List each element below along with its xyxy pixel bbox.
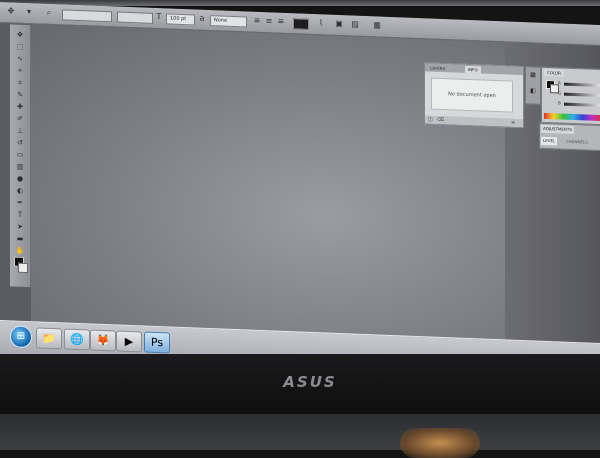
shape-tool-icon[interactable]: ▬ [15,235,25,243]
panel-tab-strip: LAYERS INFO [425,63,523,76]
tab-info[interactable]: INFO [465,65,481,74]
windows-explorer-icon[interactable]: 📁 [36,327,62,350]
keyboard-deck [0,414,600,450]
clone-stamp-tool-icon[interactable]: ⊥ [15,127,25,135]
warp-text-icon[interactable]: ⌇ [316,18,326,28]
eraser-tool-icon[interactable]: ▭ [15,151,25,159]
green-slider[interactable] [564,92,600,98]
color-spectrum-bar[interactable] [544,112,600,122]
panel-empty-message: No document open [431,77,513,113]
align-left-icon[interactable]: ≡ [252,16,262,26]
tab-color[interactable]: COLOR [544,68,564,77]
red-label: R [558,80,561,86]
arrange-icon[interactable]: ▦ [372,20,382,30]
firefox-icon[interactable]: 🦊 [90,329,116,352]
media-player-icon[interactable]: ▶ [116,330,142,353]
lasso-tool-icon[interactable]: ∿ [15,55,25,63]
toolbox: ✥ ⬚ ∿ ✧ ⌗ ✎ ✚ ✐ ⊥ ↺ ▭ ▥ ● ◐ ✒ T ➤ ▬ ✋ [10,24,31,288]
hand-tool-icon[interactable]: ✋ [15,247,25,255]
font-family-dropdown[interactable] [62,9,112,23]
start-button[interactable]: ⊞ [10,325,32,349]
workspace-icon[interactable]: ▤ [350,19,360,29]
asus-logo: ASUS [283,373,337,391]
adjustments-panel: ADJUSTMENTS LEVEL CHANNELS [539,122,600,152]
swatches-icon[interactable]: ▦ [529,71,537,79]
tab-channels[interactable]: CHANNELS [564,138,590,147]
panel-menu-icon[interactable]: ≡ [511,120,517,126]
tool-preset-icon[interactable]: ▾ [24,7,34,17]
move-tool-icon[interactable]: ✥ [15,31,25,39]
antialias-dropdown[interactable]: None [210,15,247,28]
path-selection-tool-icon[interactable]: ➤ [15,223,25,231]
antialias-icon: a [199,13,205,23]
font-size-icon: T [156,12,162,22]
collapsed-panel-dock: ▦ ◧ [525,66,541,105]
dodge-tool-icon[interactable]: ◐ [15,187,25,195]
character-panel-icon[interactable]: ▣ [334,19,344,29]
move-tool-icon[interactable]: ✥ [6,6,16,16]
laptop-screen: ✥ ▾ ⌕ T 100 pt a None ≡ ≡ ≡ ⌇ ▣ ▤ ▦ ✥ ⬚ … [0,2,600,378]
align-center-icon[interactable]: ≡ [264,16,274,26]
blue-label: B [558,100,561,106]
background-color-swatch[interactable] [18,262,28,274]
gradient-tool-icon[interactable]: ▥ [15,163,25,171]
green-label: G [558,90,562,96]
eyedropper-tool-icon[interactable]: ✎ [15,91,25,99]
font-size-field[interactable]: 100 pt [166,13,195,26]
marquee-tool-icon[interactable]: ⬚ [15,43,25,51]
text-color-swatch[interactable] [293,18,309,30]
crop-tool-icon[interactable]: ⌗ [15,79,25,87]
blue-slider[interactable] [564,102,600,108]
color-panel: COLOR R G B [541,66,600,126]
blur-tool-icon[interactable]: ● [15,175,25,183]
align-right-icon[interactable]: ≡ [276,17,286,27]
healing-brush-tool-icon[interactable]: ✚ [15,103,25,111]
layers-panel: LAYERS INFO No document open ◫ ⌫ ≡ [424,62,524,129]
brush-tool-icon[interactable]: ✐ [15,115,25,123]
tab-adjustments[interactable]: ADJUSTMENTS [541,124,574,135]
finger-blur [400,428,480,458]
red-slider[interactable] [564,82,600,88]
pen-tool-icon[interactable]: ✒ [15,199,25,207]
styles-icon[interactable]: ◧ [529,87,537,95]
new-layer-icon[interactable]: ◫ [428,116,434,122]
type-tool-icon[interactable]: T [15,211,25,219]
photoshop-taskbar-icon[interactable]: Ps [144,331,170,354]
magic-wand-tool-icon[interactable]: ✧ [15,67,25,75]
font-style-dropdown[interactable] [117,11,153,24]
tab-layers[interactable]: LAYERS [427,64,448,72]
history-brush-tool-icon[interactable]: ↺ [15,139,25,147]
zoom-icon[interactable]: ⌕ [44,8,54,18]
internet-explorer-icon[interactable]: 🌐 [64,328,90,351]
delete-icon[interactable]: ⌫ [437,117,444,123]
tab-level[interactable]: LEVEL [541,136,558,146]
